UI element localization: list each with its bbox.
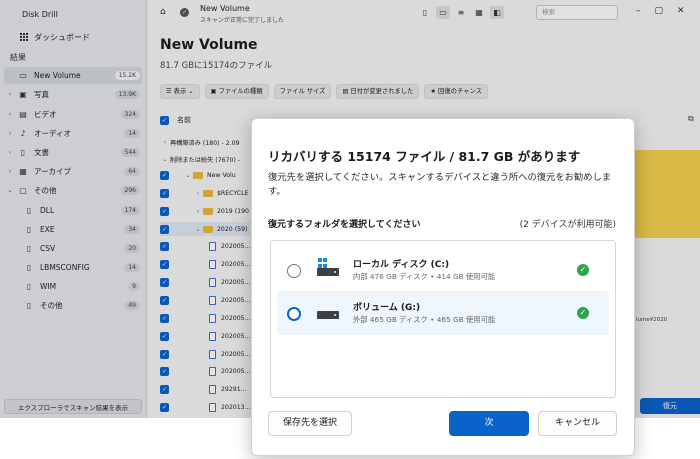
drive-info: 外部 465 GB ディスク • 465 GB 使用可能 bbox=[353, 315, 496, 324]
drive-option-c[interactable]: ローカル ディスク (C:) 内部 476 GB ディスク • 414 GB 使… bbox=[277, 248, 609, 292]
check-circle-icon: ✓ bbox=[577, 307, 589, 319]
next-button[interactable]: 次 bbox=[449, 411, 529, 436]
dialog-title: リカバリする 15174 ファイル / 81.7 GB があります bbox=[268, 149, 581, 164]
drive-name: ローカル ディスク (C:) bbox=[353, 260, 450, 270]
cancel-button[interactable]: キャンセル bbox=[538, 411, 617, 436]
drive-name: ボリューム (G:) bbox=[353, 303, 421, 313]
dialog-section-label: 復元するフォルダを選択してください bbox=[268, 220, 421, 230]
drive-list: ローカル ディスク (C:) 内部 476 GB ディスク • 414 GB 使… bbox=[270, 240, 616, 398]
drive-option-g[interactable]: ボリューム (G:) 外部 465 GB ディスク • 465 GB 使用可能 … bbox=[277, 291, 609, 335]
drive-radio[interactable] bbox=[287, 307, 301, 321]
external-drive-icon bbox=[317, 307, 339, 319]
windows-drive-icon bbox=[317, 258, 339, 276]
recovery-destination-dialog: リカバリする 15174 ファイル / 81.7 GB があります 復元先を選択… bbox=[251, 118, 635, 456]
drive-radio[interactable] bbox=[287, 264, 301, 278]
drive-info: 内部 476 GB ディスク • 414 GB 使用可能 bbox=[353, 272, 496, 281]
devices-available-label: (2 デバイスが利用可能) bbox=[519, 220, 616, 230]
browse-destination-button[interactable]: 保存先を選択 bbox=[268, 411, 352, 436]
check-circle-icon: ✓ bbox=[577, 264, 589, 276]
dialog-description: 復元先を選択してください。スキャンするデバイスと違う所への復元をお勧めします。 bbox=[268, 172, 612, 197]
